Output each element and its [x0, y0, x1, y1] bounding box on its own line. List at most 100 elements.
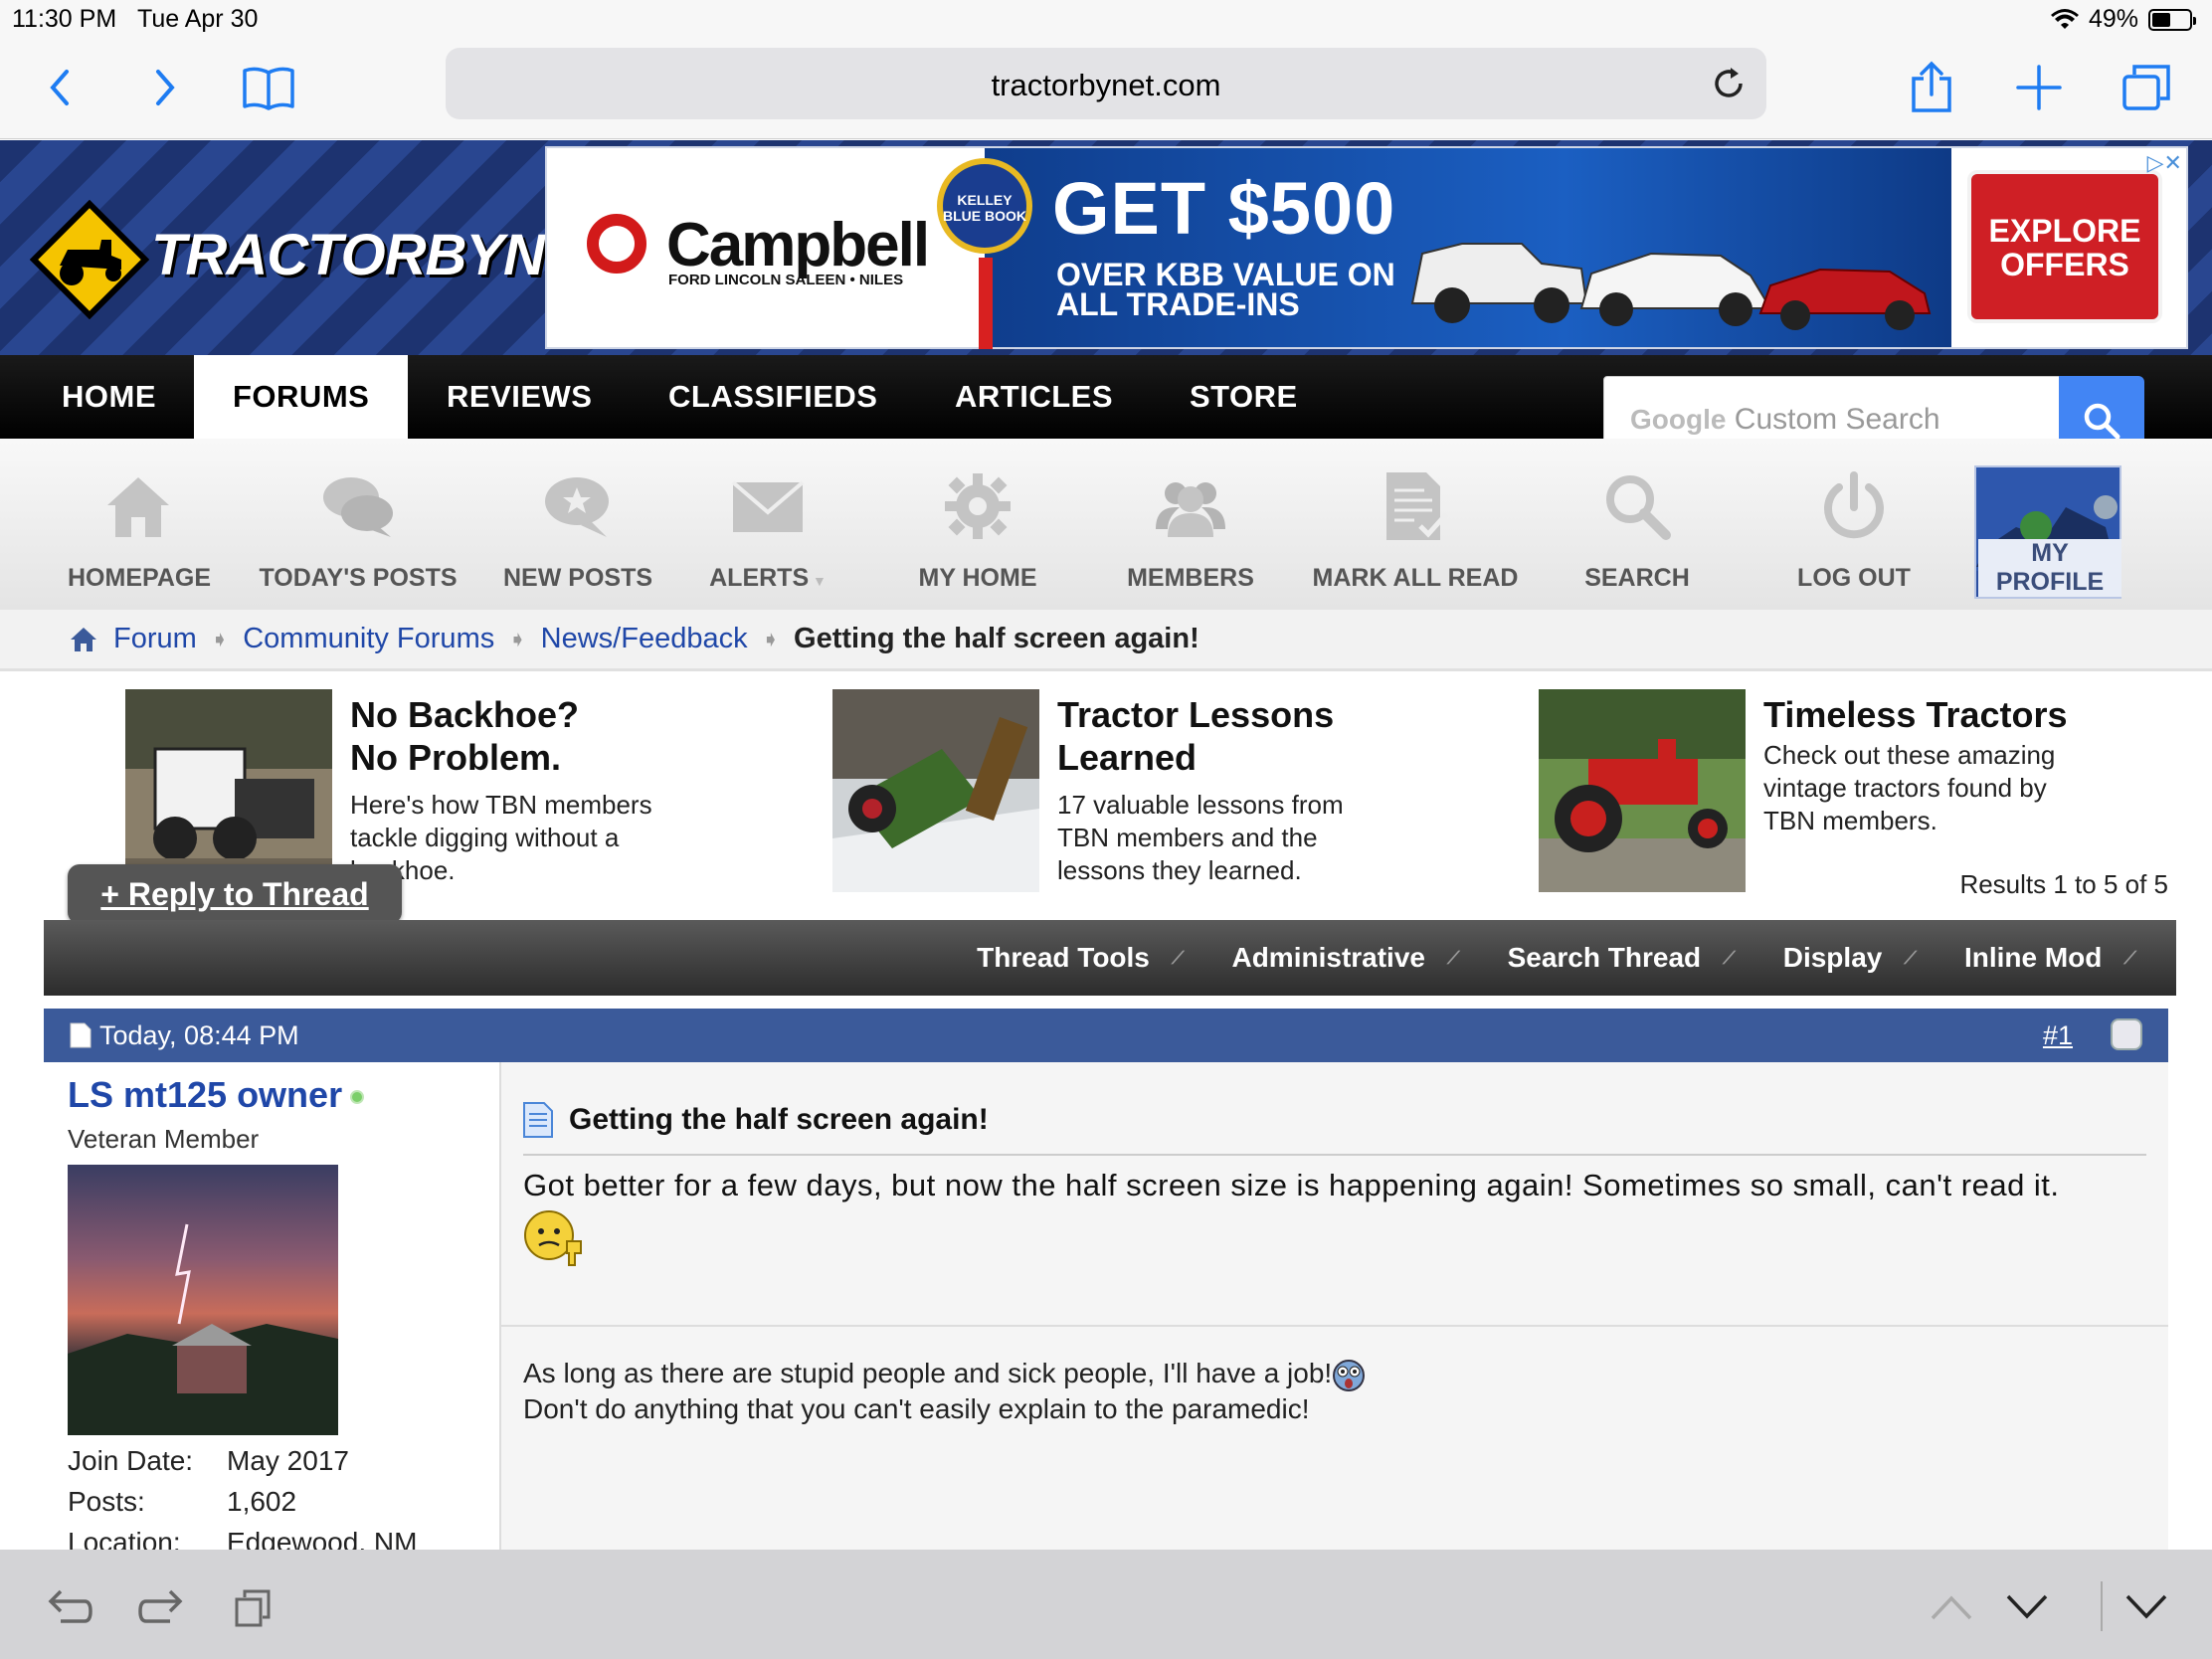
- power-icon: [1824, 471, 1884, 539]
- next-field-icon[interactable]: [1999, 1579, 2055, 1635]
- new-tab-icon[interactable]: [2009, 58, 2069, 117]
- site-header: TRACTORBYNET Campbell FORD LINCOLN SALEE…: [0, 140, 2212, 355]
- nav-home[interactable]: HOME: [23, 355, 195, 439]
- post-page-icon: [70, 1022, 92, 1048]
- ad-close-icon[interactable]: ▷✕: [2147, 150, 2182, 176]
- url-text: tractorbynet.com: [991, 68, 1221, 102]
- nav-store[interactable]: STORE: [1151, 355, 1337, 439]
- back-icon[interactable]: [30, 58, 90, 117]
- advertisement-banner[interactable]: Campbell FORD LINCOLN SALEEN • NILES KEL…: [545, 146, 2188, 349]
- new-posts-icon: [545, 477, 609, 537]
- administrative-menu[interactable]: Administrative ⟋: [1231, 942, 1459, 974]
- thread-tools-menu[interactable]: Thread Tools ⟋: [977, 942, 1184, 974]
- ad-subtext: OVER KBB VALUE ON ALL TRADE-INS: [1056, 257, 1395, 322]
- address-bar[interactable]: tractorbynet.com: [446, 48, 1766, 119]
- ad-brand: Campbell: [587, 210, 930, 280]
- user-rank: Veteran Member: [68, 1124, 260, 1154]
- document-check-icon: [1386, 472, 1448, 540]
- nav-forums[interactable]: FORUMS: [194, 355, 408, 439]
- breadcrumb-forum[interactable]: Forum: [113, 623, 197, 655]
- promo-timeless-tractors[interactable]: Timeless Tractors Check out these amazin…: [1539, 689, 2175, 898]
- reload-icon[interactable]: [1709, 64, 1749, 103]
- kbb-badge: KELLEY BLUE BOOK: [937, 158, 1032, 254]
- explore-offers-button[interactable]: EXPLORE OFFERS: [1967, 170, 2162, 323]
- post-body: Getting the half screen again! Got bette…: [499, 1062, 2168, 1550]
- toolbar-todays-posts[interactable]: TODAY'S POSTS: [259, 466, 458, 606]
- tabs-icon[interactable]: [2117, 58, 2176, 117]
- magnifier-icon: [1606, 475, 1671, 540]
- wifi-icon: [2050, 8, 2079, 29]
- post-message: Got better for a few days, but now the h…: [523, 1168, 2060, 1202]
- promo-description: Here's how TBN members tackle digging wit…: [350, 790, 652, 885]
- search-icon: [2084, 403, 2120, 440]
- nav-classifieds[interactable]: CLASSIFIEDS: [630, 355, 916, 439]
- post-count: Posts: 1,602: [68, 1486, 297, 1517]
- divider: [2101, 1581, 2103, 1631]
- breadcrumb-separator-icon: ➧: [210, 626, 230, 651]
- forward-icon[interactable]: [135, 58, 195, 117]
- bookmarks-icon[interactable]: [239, 58, 298, 117]
- thread-tools-bar: Thread Tools ⟋ Administrative ⟋ Search Thr…: [44, 920, 2176, 996]
- status-time: 11:30 PM Tue Apr 30: [12, 5, 259, 33]
- toolbar-mark-all-read[interactable]: MARK ALL READ: [1311, 466, 1520, 606]
- post-select-checkbox[interactable]: [2111, 1018, 2142, 1050]
- join-date: Join Date: May 2017: [68, 1445, 349, 1476]
- chat-bubbles-icon: [323, 477, 393, 537]
- post-signature: As long as there are stupid people and s…: [523, 1357, 1366, 1426]
- undo-icon[interactable]: [42, 1579, 97, 1635]
- site-logo[interactable]: TRACTORBYNET: [30, 200, 617, 319]
- online-status-icon: [350, 1090, 365, 1105]
- status-bar: 11:30 PM Tue Apr 30 49%: [0, 0, 2212, 40]
- inline-mod-menu[interactable]: Inline Mod ⟋: [1964, 942, 2136, 974]
- battery-icon: [2148, 8, 2196, 31]
- promo-title: Tractor Lessons Learned: [1057, 694, 1335, 778]
- dropdown-icon: ⟋: [1904, 947, 1917, 968]
- results-count: Results 1 to 5 of 5: [1959, 869, 2168, 899]
- members-icon: [1156, 482, 1225, 537]
- hide-keyboard-icon[interactable]: [2119, 1579, 2174, 1635]
- promo-description: 17 valuable lessons from TBN members and …: [1057, 790, 1344, 885]
- redo-icon[interactable]: [133, 1579, 189, 1635]
- dropdown-icon: ⟋: [1171, 947, 1185, 968]
- promo-tractor-lessons[interactable]: Tractor Lessons Learned 17 valuable lesso…: [832, 689, 1389, 898]
- share-icon[interactable]: [1902, 58, 1961, 117]
- nav-reviews[interactable]: REVIEWS: [408, 355, 631, 439]
- breadcrumb-current: Getting the half screen again!: [794, 623, 1199, 654]
- post-icon: [523, 1102, 553, 1138]
- envelope-icon: [731, 480, 805, 532]
- user-avatar[interactable]: [68, 1165, 338, 1435]
- gear-icon: [945, 473, 1011, 539]
- post-title: Getting the half screen again!: [523, 1102, 989, 1138]
- breadcrumb-separator-icon: ➧: [761, 626, 781, 651]
- toolbar-new-posts[interactable]: NEW POSTS: [503, 466, 652, 606]
- toolbar-alerts[interactable]: ALERTS ▼: [708, 466, 828, 606]
- breadcrumb: Forum ➧ Community Forums ➧ News/Feedback…: [0, 610, 2212, 671]
- ad-brand-sub: FORD LINCOLN SALEEN • NILES: [668, 272, 904, 288]
- promo-red-tractor-image: [1539, 689, 1746, 892]
- dropdown-icon: ⟋: [1723, 947, 1736, 968]
- breadcrumb-community-forums[interactable]: Community Forums: [243, 623, 494, 655]
- display-menu[interactable]: Display ⟋: [1783, 942, 1917, 974]
- toolbar-log-out[interactable]: LOG OUT: [1795, 466, 1913, 606]
- toolbar-my-home[interactable]: MY HOME: [913, 466, 1042, 606]
- post-number-link[interactable]: #1: [2043, 1020, 2073, 1051]
- paste-icon[interactable]: [225, 1579, 280, 1635]
- breadcrumb-news-feedback[interactable]: News/Feedback: [541, 623, 748, 655]
- tractor-sign-icon: [30, 200, 149, 319]
- ad-headline: GET $500: [1052, 167, 1396, 250]
- previous-field-icon[interactable]: [1924, 1579, 1979, 1635]
- toolbar-my-profile[interactable]: MY PROFILE: [1974, 465, 2121, 599]
- reply-to-thread-button[interactable]: + Reply to Thread: [68, 864, 402, 924]
- shocked-emoji-icon: [1333, 1359, 1366, 1391]
- battery-percent: 49%: [2088, 5, 2138, 33]
- dropdown-icon: ⟋: [1446, 947, 1460, 968]
- toolbar-search[interactable]: SEARCH: [1581, 466, 1693, 606]
- search-thread-menu[interactable]: Search Thread ⟋: [1508, 942, 1736, 974]
- home-icon[interactable]: [70, 626, 97, 653]
- toolbar-homepage[interactable]: HOMEPAGE: [68, 466, 211, 606]
- username-link[interactable]: LS mt125 owner: [68, 1074, 365, 1116]
- toolbar-members[interactable]: MEMBERS: [1124, 466, 1257, 606]
- keyboard-accessory-bar: [0, 1550, 2212, 1659]
- dropdown-icon: ⟋: [2123, 947, 2136, 968]
- nav-articles[interactable]: ARTICLES: [916, 355, 1152, 439]
